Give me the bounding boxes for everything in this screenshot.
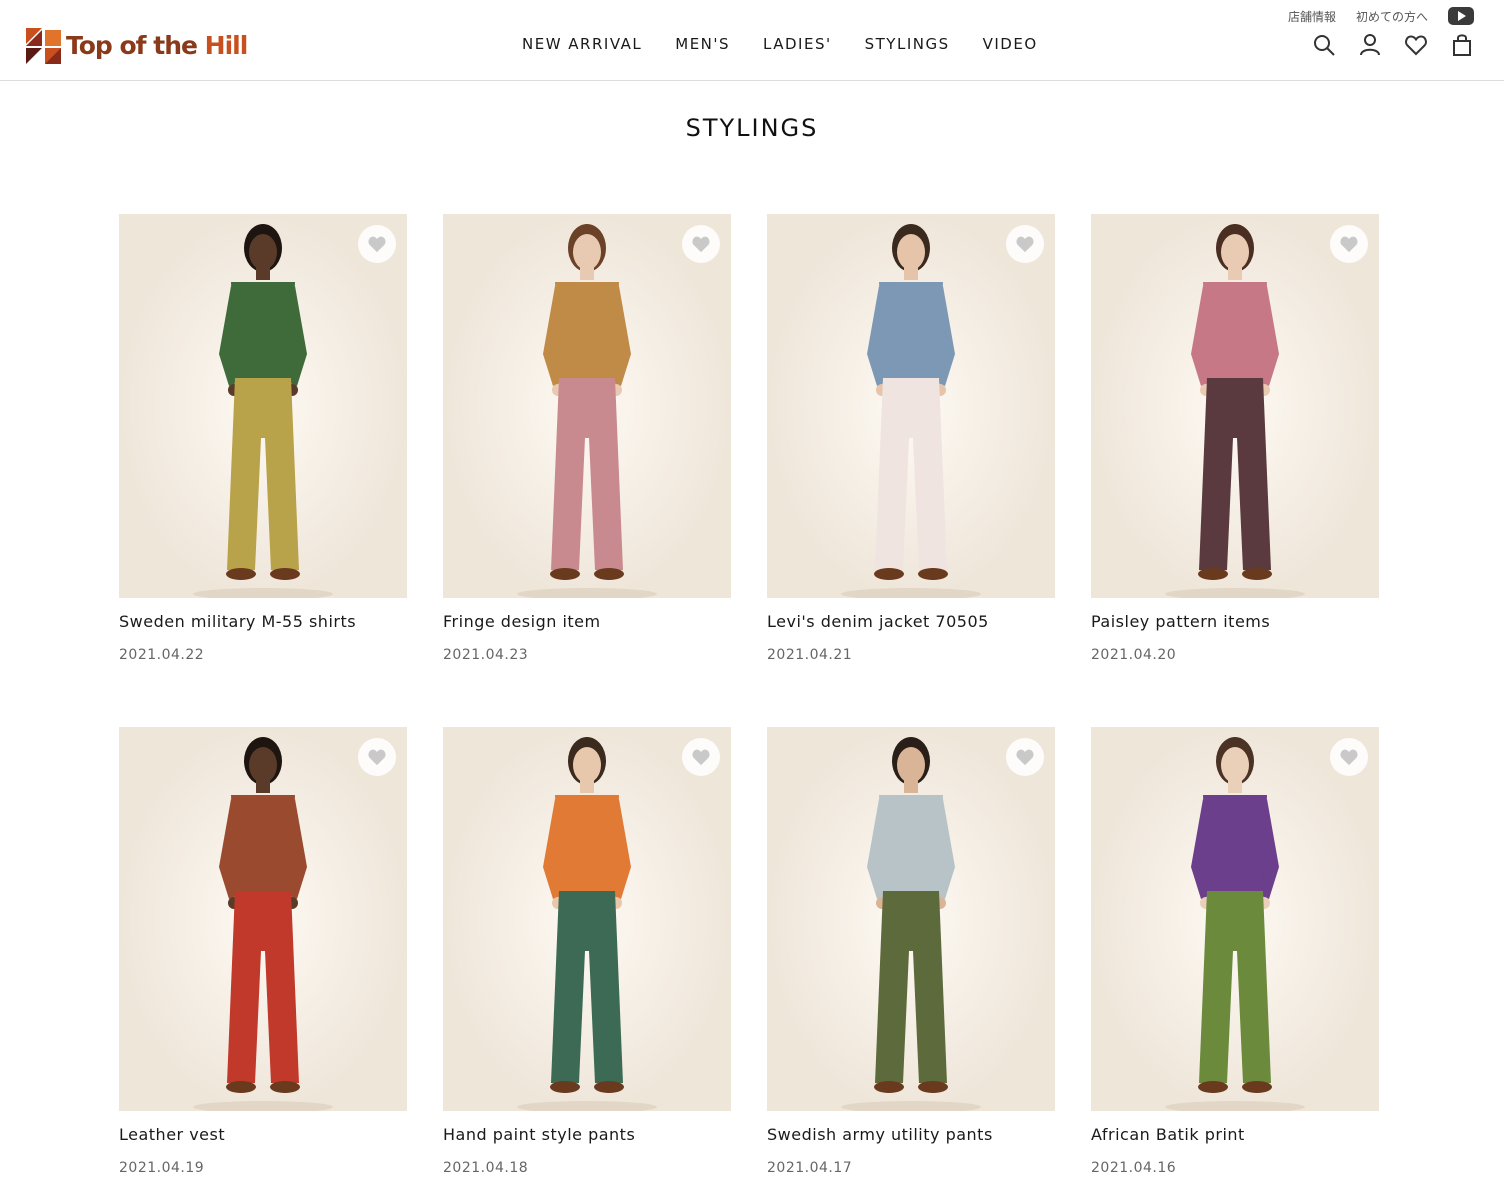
nav-new-arrival[interactable]: NEW ARRIVAL: [522, 33, 642, 55]
site-header: Top of the Hill NEW ARRIVAL MEN'S LADIES…: [0, 0, 1504, 81]
styling-card[interactable]: Levi's denim jacket 70505 2021.04.21: [767, 214, 1055, 665]
logo-text: Top of the Hill: [66, 28, 249, 64]
first-time-guide-link[interactable]: 初めての方へ: [1356, 8, 1428, 25]
heart-icon: [692, 749, 710, 766]
styling-date: 2021.04.23: [443, 647, 529, 663]
heart-icon: [692, 236, 710, 253]
styling-date: 2021.04.20: [1091, 647, 1177, 663]
heart-icon: [368, 236, 386, 253]
favorite-button[interactable]: [1006, 738, 1044, 776]
favorite-button[interactable]: [1330, 225, 1368, 263]
styling-card[interactable]: Leather vest 2021.04.19: [119, 727, 407, 1178]
account-icon[interactable]: [1358, 33, 1382, 57]
styling-title[interactable]: Swedish army utility pants: [767, 1125, 1055, 1145]
logo-mark-icon: [26, 28, 61, 64]
styling-card[interactable]: Swedish army utility pants 2021.04.17: [767, 727, 1055, 1178]
favorite-button[interactable]: [358, 225, 396, 263]
styling-title[interactable]: Hand paint style pants: [443, 1125, 731, 1145]
model-figure: [443, 214, 731, 598]
header-icons: [1290, 33, 1474, 57]
favorite-button[interactable]: [682, 225, 720, 263]
styling-photo[interactable]: [119, 727, 407, 1111]
styling-date: 2021.04.18: [443, 1160, 529, 1176]
wishlist-icon[interactable]: [1404, 33, 1428, 57]
favorite-button[interactable]: [1330, 738, 1368, 776]
styling-photo[interactable]: [443, 214, 731, 598]
styling-photo[interactable]: [119, 214, 407, 598]
heart-icon: [1340, 749, 1358, 766]
styling-title[interactable]: Sweden military M-55 shirts: [119, 612, 407, 632]
heart-icon: [1016, 236, 1034, 253]
model-figure: [767, 727, 1055, 1111]
model-figure: [119, 214, 407, 598]
main-nav: NEW ARRIVAL MEN'S LADIES' STYLINGS VIDEO: [522, 33, 1071, 55]
styling-card[interactable]: Hand paint style pants 2021.04.18: [443, 727, 731, 1178]
heart-icon: [368, 749, 386, 766]
styling-date: 2021.04.17: [767, 1160, 853, 1176]
favorite-button[interactable]: [358, 738, 396, 776]
favorite-button[interactable]: [1006, 225, 1044, 263]
nav-mens[interactable]: MEN'S: [675, 33, 730, 55]
heart-icon: [1340, 236, 1358, 253]
styling-date: 2021.04.16: [1091, 1160, 1177, 1176]
nav-ladies[interactable]: LADIES': [763, 33, 832, 55]
model-figure: [767, 214, 1055, 598]
search-icon[interactable]: [1312, 33, 1336, 57]
cart-icon[interactable]: [1450, 33, 1474, 57]
model-figure: [119, 727, 407, 1111]
styling-card[interactable]: Fringe design item 2021.04.23: [443, 214, 731, 665]
nav-stylings[interactable]: STYLINGS: [865, 33, 950, 55]
styling-title[interactable]: Paisley pattern items: [1091, 612, 1379, 632]
model-figure: [1091, 727, 1379, 1111]
styling-title[interactable]: Levi's denim jacket 70505: [767, 612, 1055, 632]
styling-card[interactable]: African Batik print 2021.04.16: [1091, 727, 1379, 1178]
utility-links: 店舗情報 初めての方へ: [1288, 7, 1474, 25]
styling-title[interactable]: African Batik print: [1091, 1125, 1379, 1145]
styling-photo[interactable]: [1091, 727, 1379, 1111]
styling-photo[interactable]: [767, 727, 1055, 1111]
styling-card[interactable]: Sweden military M-55 shirts 2021.04.22: [119, 214, 407, 665]
styling-title[interactable]: Leather vest: [119, 1125, 407, 1145]
styling-photo[interactable]: [1091, 214, 1379, 598]
heart-icon: [1016, 749, 1034, 766]
youtube-icon[interactable]: [1448, 7, 1474, 25]
model-figure: [443, 727, 731, 1111]
logo-text-part1: Top of the: [66, 31, 205, 60]
model-figure: [1091, 214, 1379, 598]
styling-title[interactable]: Fringe design item: [443, 612, 731, 632]
styling-date: 2021.04.19: [119, 1160, 205, 1176]
styling-card[interactable]: Paisley pattern items 2021.04.20: [1091, 214, 1379, 665]
brand-logo[interactable]: Top of the Hill: [26, 28, 249, 64]
store-info-link[interactable]: 店舗情報: [1288, 8, 1336, 25]
styling-date: 2021.04.21: [767, 647, 853, 663]
styling-photo[interactable]: [443, 727, 731, 1111]
logo-text-part2: Hill: [204, 31, 249, 60]
favorite-button[interactable]: [682, 738, 720, 776]
styling-date: 2021.04.22: [119, 647, 205, 663]
page-title: STYLINGS: [685, 114, 819, 142]
nav-video[interactable]: VIDEO: [983, 33, 1038, 55]
styling-photo[interactable]: [767, 214, 1055, 598]
